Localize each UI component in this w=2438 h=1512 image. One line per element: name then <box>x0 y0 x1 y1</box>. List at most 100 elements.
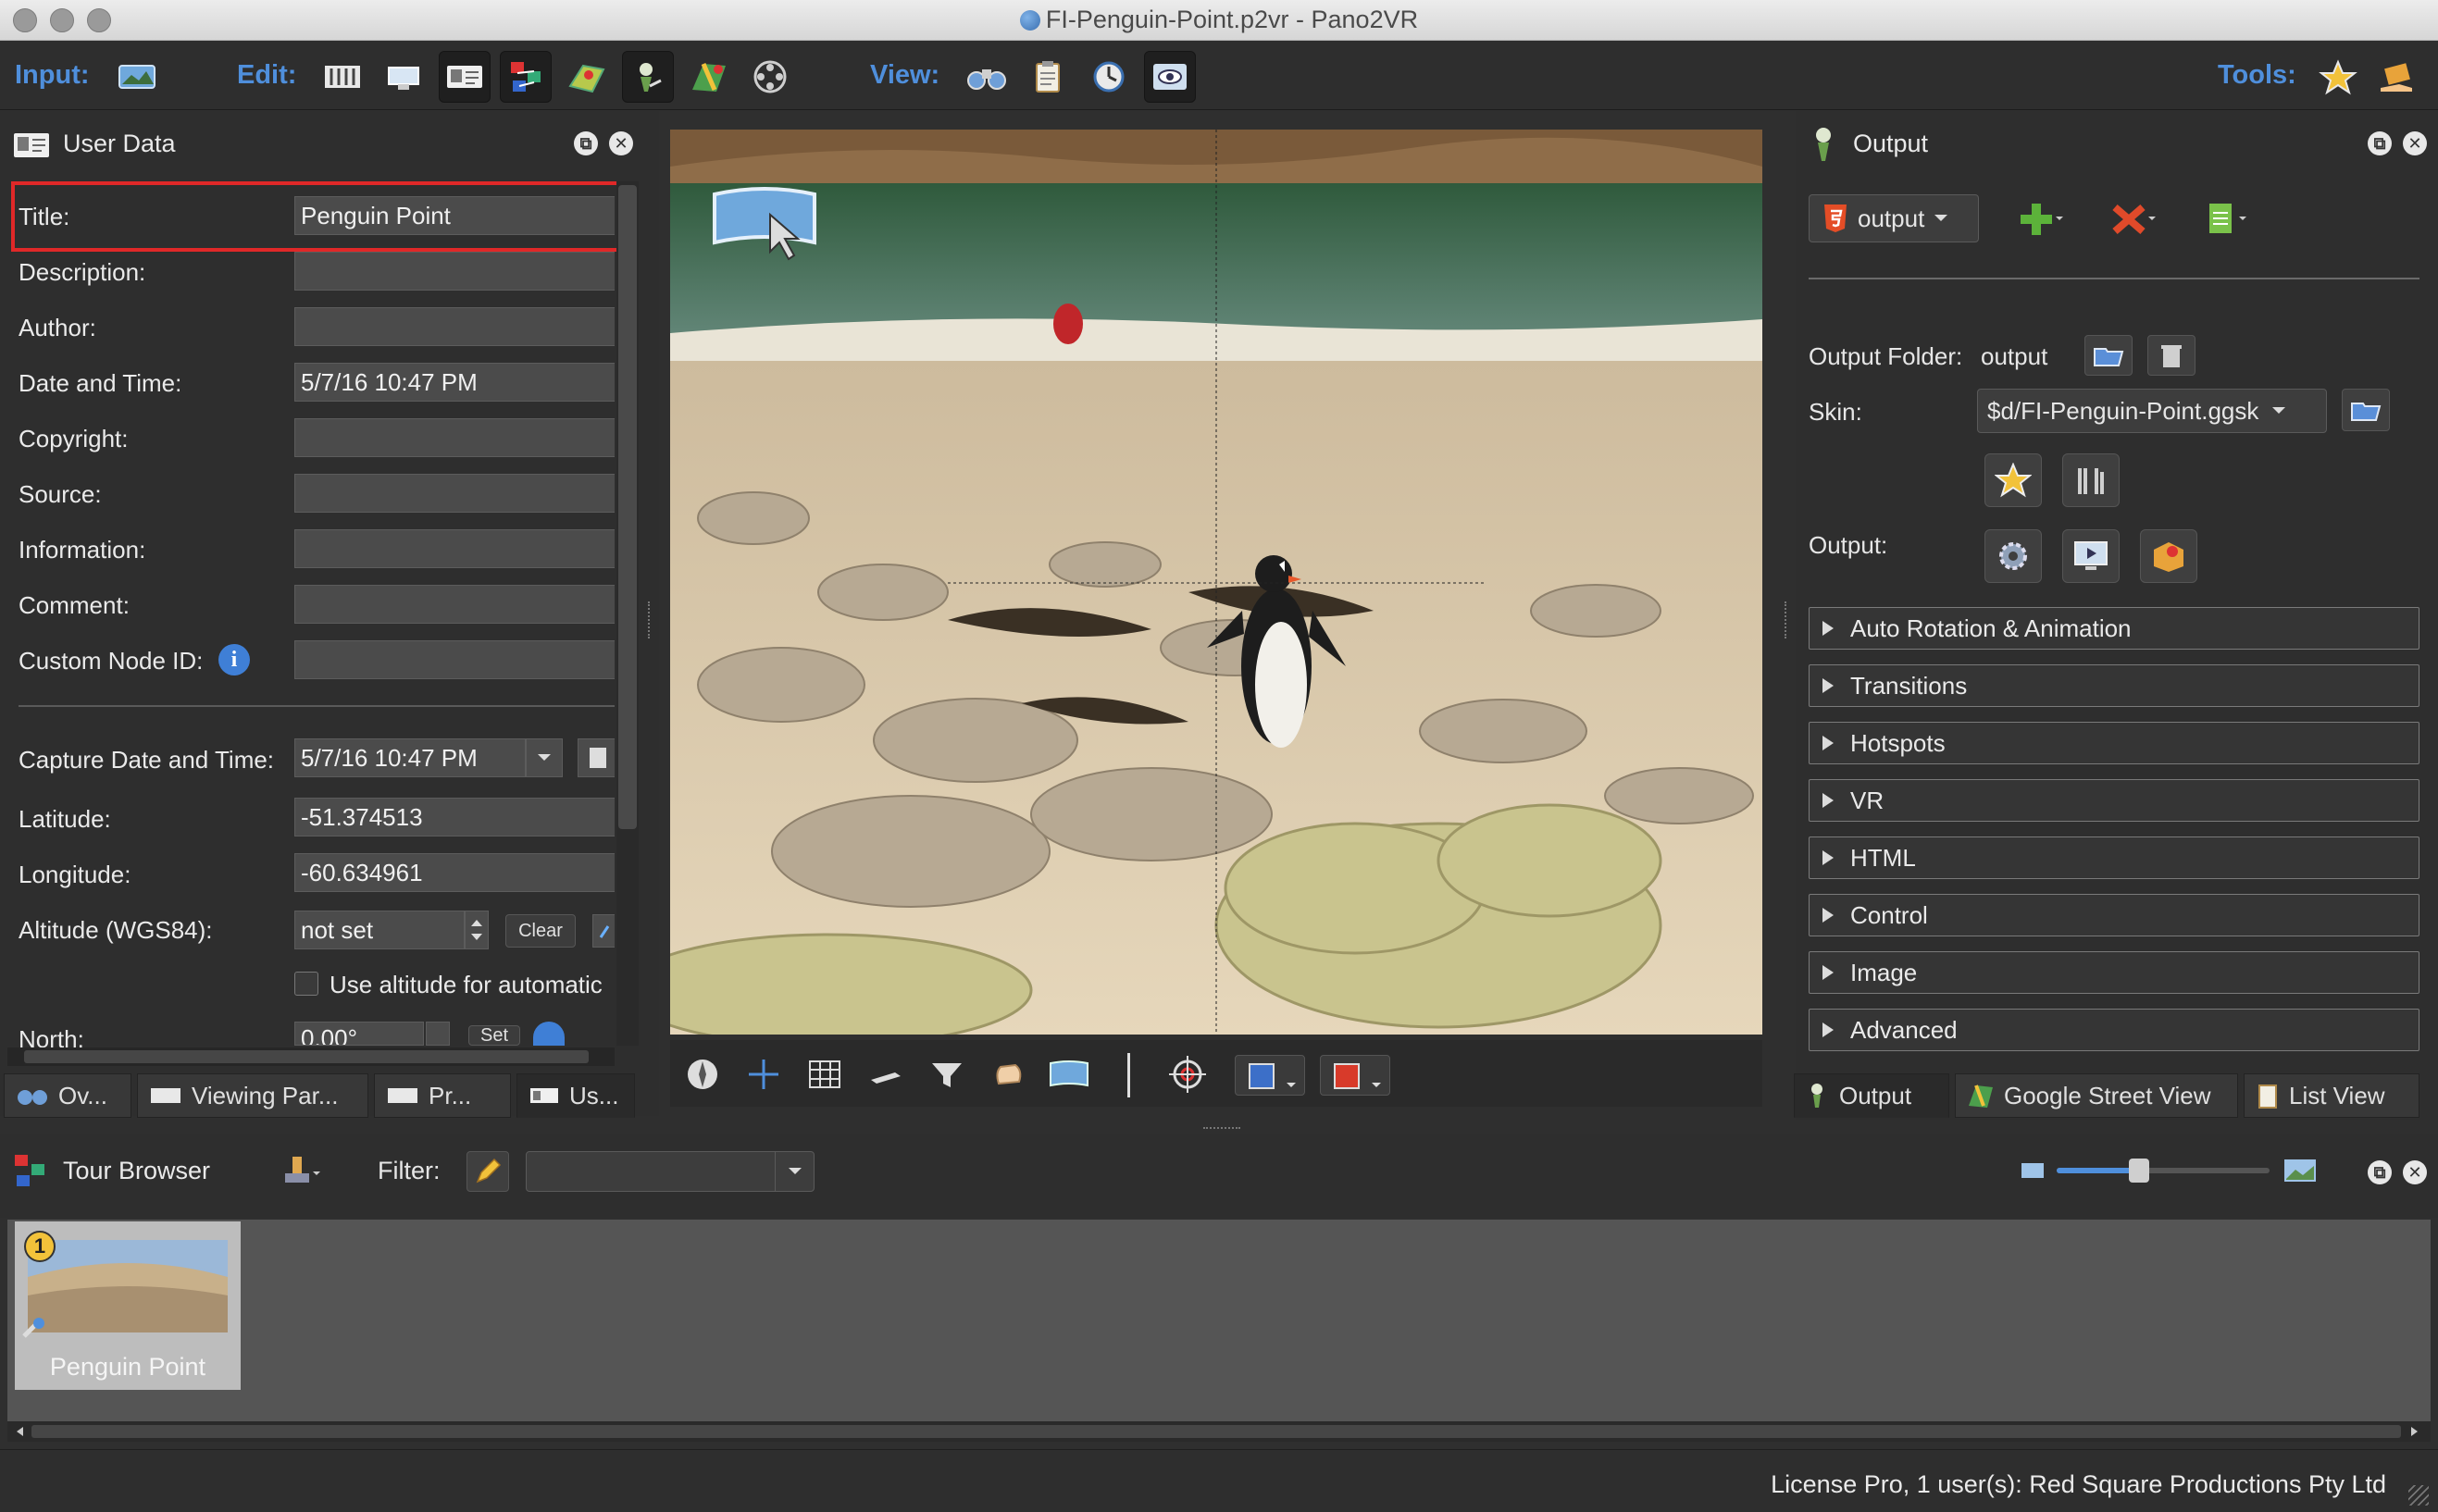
orientation-button[interactable] <box>1083 51 1135 103</box>
delete-output-button[interactable] <box>2107 198 2158 239</box>
altitude-pick-button[interactable] <box>592 914 615 948</box>
north-field[interactable]: 0.00° <box>294 1022 424 1046</box>
tools-star-button[interactable] <box>2312 51 2364 103</box>
copyright-field[interactable] <box>294 418 615 457</box>
section-auto-rotation[interactable]: Auto Rotation & Animation <box>1809 607 2419 650</box>
output-format-dropdown[interactable]: output <box>1809 194 1979 242</box>
tab-properties[interactable]: Pr... <box>374 1073 511 1118</box>
altitude-field[interactable]: not set <box>294 911 465 949</box>
tab-list-view[interactable]: List View <box>2244 1073 2419 1118</box>
skin-editor-star-button[interactable] <box>1984 453 2042 507</box>
undock-icon[interactable]: ⧉ <box>2368 1160 2392 1184</box>
section-transitions[interactable]: Transitions <box>1809 664 2419 707</box>
skin-dropdown[interactable]: $d/FI-Penguin-Point.ggsk <box>1977 389 2327 433</box>
user-data-hscrollbar[interactable] <box>7 1047 615 1066</box>
north-info-icon[interactable] <box>533 1022 565 1046</box>
viewer-crosshair-button[interactable] <box>742 1053 785 1096</box>
import-panorama-button[interactable] <box>111 51 163 103</box>
skin-tools-button[interactable] <box>2062 453 2120 507</box>
altitude-stepper[interactable] <box>465 911 489 949</box>
floor-plan-button[interactable] <box>561 51 613 103</box>
left-splitter-grip[interactable] <box>648 601 653 638</box>
open-folder-button[interactable] <box>2084 335 2133 376</box>
notes-button[interactable] <box>1022 51 1074 103</box>
bottom-splitter-grip[interactable] <box>1203 1127 1240 1133</box>
thumbnail-size-slider[interactable] <box>2057 1159 2270 1183</box>
tab-google-street-view[interactable]: Google Street View <box>1955 1073 2238 1118</box>
undock-icon[interactable]: ⧉ <box>574 131 598 155</box>
use-altitude-checkbox[interactable] <box>294 972 318 996</box>
viewing-parameters-button[interactable] <box>317 51 368 103</box>
tab-output[interactable]: Output <box>1794 1073 1949 1118</box>
tab-overview[interactable]: Ov... <box>4 1073 131 1118</box>
skin-editor-button[interactable] <box>622 51 674 103</box>
output-settings-button[interactable] <box>1984 529 2042 583</box>
section-control[interactable]: Control <box>1809 894 2419 936</box>
viewer-hand-button[interactable] <box>987 1053 1029 1096</box>
panorama-viewer[interactable] <box>670 130 1762 1035</box>
tools-package-button[interactable] <box>2371 51 2423 103</box>
hscrollbar-thumb[interactable] <box>24 1050 589 1063</box>
latitude-field[interactable]: -51.374513 <box>294 798 615 837</box>
close-icon[interactable]: ✕ <box>2403 1160 2427 1184</box>
output-preview-button[interactable] <box>2062 529 2120 583</box>
description-field[interactable] <box>294 252 615 291</box>
date-time-field[interactable]: 5/7/16 10:47 PM <box>294 363 615 402</box>
scroll-right-icon[interactable] <box>2410 1426 2419 1437</box>
resize-grip[interactable] <box>2408 1485 2429 1506</box>
copy-date-button[interactable] <box>578 738 615 777</box>
user-data-button[interactable] <box>439 51 491 103</box>
tour-browser-scroll-thumb[interactable] <box>31 1425 2401 1438</box>
output-options-button[interactable] <box>2199 198 2251 239</box>
viewer-funnel-button[interactable] <box>926 1053 968 1096</box>
viewer-level-button[interactable] <box>864 1053 907 1096</box>
tour-browser-user-menu[interactable] <box>274 1151 328 1192</box>
author-field[interactable] <box>294 307 615 346</box>
info-icon[interactable]: i <box>218 644 250 675</box>
information-field[interactable] <box>294 529 615 568</box>
overview-button[interactable] <box>961 51 1013 103</box>
close-icon[interactable]: ✕ <box>609 131 633 155</box>
viewer-compass-button[interactable] <box>681 1053 724 1096</box>
section-hotspots[interactable]: Hotspots <box>1809 722 2419 764</box>
section-advanced[interactable]: Advanced <box>1809 1009 2419 1051</box>
output-package-button[interactable] <box>2140 529 2197 583</box>
tab-user-data[interactable]: Us... <box>516 1073 635 1118</box>
red-color-picker[interactable] <box>1320 1055 1390 1096</box>
section-vr[interactable]: VR <box>1809 779 2419 822</box>
map-button[interactable] <box>683 51 735 103</box>
altitude-clear-button[interactable]: Clear <box>505 914 576 948</box>
viewer-panorama-button[interactable] <box>1048 1053 1090 1096</box>
tour-browser-button[interactable] <box>500 51 552 103</box>
user-data-scrollbar[interactable] <box>616 181 639 1046</box>
blue-color-picker[interactable] <box>1235 1055 1305 1096</box>
tab-viewing-parameters[interactable]: Viewing Par... <box>137 1073 368 1118</box>
source-field[interactable] <box>294 474 615 513</box>
scrollbar-thumb[interactable] <box>618 185 637 829</box>
right-splitter-grip[interactable] <box>1785 601 1790 638</box>
add-output-button[interactable] <box>2014 198 2066 239</box>
open-skin-button[interactable] <box>2342 389 2390 431</box>
viewer-grid-button[interactable] <box>803 1053 846 1096</box>
title-field[interactable]: Penguin Point <box>294 196 615 235</box>
filter-dropdown[interactable] <box>526 1151 815 1192</box>
tour-node-thumbnail[interactable]: 1 Penguin Point <box>15 1221 241 1390</box>
capture-date-dropdown[interactable] <box>526 738 563 777</box>
tour-browser-scrollbar[interactable] <box>7 1421 2431 1442</box>
viewer-target-button[interactable] <box>1166 1053 1209 1096</box>
filter-edit-button[interactable] <box>466 1151 509 1192</box>
slider-thumb[interactable] <box>2129 1159 2149 1183</box>
undock-icon[interactable]: ⧉ <box>2368 131 2392 155</box>
delete-folder-button[interactable] <box>2147 335 2195 376</box>
custom-node-id-field[interactable] <box>294 640 615 679</box>
scroll-left-icon[interactable] <box>15 1426 24 1437</box>
preview-button[interactable] <box>1144 51 1196 103</box>
properties-button[interactable] <box>378 51 429 103</box>
north-set-button[interactable]: Set <box>468 1025 520 1046</box>
capture-date-field[interactable]: 5/7/16 10:47 PM <box>294 738 526 777</box>
comment-field[interactable] <box>294 585 615 624</box>
section-html[interactable]: HTML <box>1809 837 2419 879</box>
north-stepper[interactable] <box>426 1022 450 1046</box>
close-icon[interactable]: ✕ <box>2403 131 2427 155</box>
animation-button[interactable] <box>744 51 796 103</box>
